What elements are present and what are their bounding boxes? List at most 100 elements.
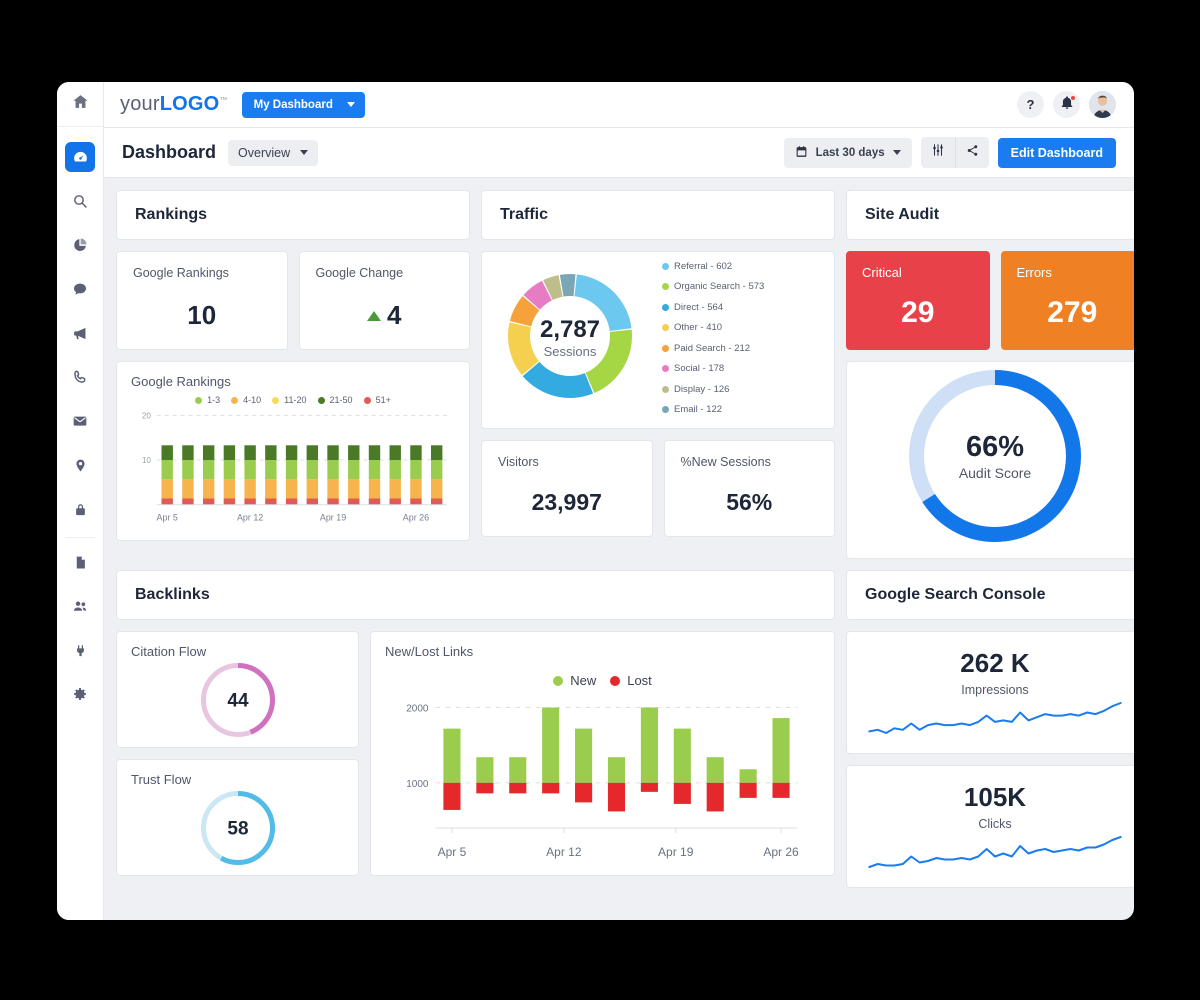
notifications-button[interactable]	[1053, 91, 1080, 118]
visitors-card[interactable]: Visitors 23,997	[481, 440, 653, 537]
traffic-donut-chart: 2,787Sessions	[508, 274, 632, 398]
legend-item[interactable]: 4-10	[231, 395, 261, 405]
sidebar-item-analytics[interactable]	[65, 230, 95, 260]
my-dashboard-dropdown[interactable]: My Dashboard	[241, 91, 365, 118]
traffic-donut-card[interactable]: 2,787 Sessions Referral - 602 Organic Sear…	[481, 251, 835, 429]
traffic-column: Traffic 2,787 Sessions Referral - 602 Orga…	[481, 190, 835, 559]
phone-icon	[72, 369, 88, 385]
google-change-card[interactable]: Google Change 4	[298, 251, 470, 350]
site-audit-tiles: Critical 29 Errors 279	[846, 251, 1134, 350]
legend-color-dot	[662, 303, 669, 311]
impressions-card[interactable]: 262 K Impressions	[846, 631, 1134, 754]
sidebar-item-users[interactable]	[65, 591, 95, 621]
sidebar-item-dashboard[interactable]	[65, 142, 95, 172]
traffic-legend: Referral - 602 Organic Search - 573 Direct…	[656, 261, 764, 415]
sidebar-item-integrations[interactable]	[65, 635, 95, 665]
legend-color-dot	[662, 324, 669, 332]
page-title: Dashboard	[122, 142, 217, 162]
sidebar	[57, 82, 104, 920]
sidebar-item-calls[interactable]	[65, 362, 95, 392]
trust-flow-gauge-wrap: 58	[131, 789, 344, 867]
trust-flow-gauge: 58	[200, 791, 275, 865]
legend-item[interactable]: Referral - 602	[662, 261, 764, 272]
help-button[interactable]: ?	[1017, 91, 1044, 118]
legend-label: Direct - 564	[674, 301, 724, 313]
clicks-card[interactable]: 105K Clicks	[846, 765, 1134, 888]
legend-item[interactable]: 11-20	[272, 395, 307, 405]
new-sessions-card[interactable]: %New Sessions 56%	[663, 440, 835, 537]
new-lost-links-card[interactable]: New/Lost Links New Lost 1000 2000 Apr 5 Apr …	[370, 631, 835, 876]
calendar-icon	[795, 145, 808, 161]
audit-score-gauge: 66% Audit Score	[909, 370, 1081, 542]
google-rankings-label: Google Rankings	[133, 266, 229, 280]
citation-flow-gauge: 44	[200, 663, 275, 737]
legend-item[interactable]: New	[553, 673, 596, 688]
legend-color-dot	[662, 262, 669, 270]
audit-score-wrap: 66% Audit Score	[847, 362, 1134, 558]
legend-item[interactable]: Email - 122	[662, 404, 764, 415]
backlinks-body: Citation Flow 44 Trust Flow 58 New/Lost …	[116, 631, 835, 876]
errors-tile[interactable]: Errors 279	[1000, 251, 1134, 350]
svg-text:Apr 26: Apr 26	[403, 513, 429, 523]
search-console-column: Google Search Console 262 K Impressions …	[846, 570, 1134, 888]
overview-dropdown[interactable]: Overview	[228, 139, 319, 166]
critical-tile[interactable]: Critical 29	[846, 251, 990, 350]
avatar[interactable]	[1089, 91, 1116, 118]
legend-color-dot	[272, 396, 280, 404]
chat-bubble-icon	[72, 281, 88, 297]
google-change-value: 4	[387, 300, 402, 330]
sidebar-item-search[interactable]	[65, 186, 95, 216]
section-title-rankings: Rankings	[116, 190, 470, 240]
share-button[interactable]	[954, 137, 989, 168]
sidebar-item-locations[interactable]	[65, 450, 95, 480]
audit-score-card[interactable]: 66% Audit Score	[846, 361, 1134, 559]
svg-text:66%: 66%	[966, 431, 1024, 463]
backlinks-column: Backlinks Citation Flow 44 Trust Flow 58…	[116, 570, 835, 888]
legend-item[interactable]: Lost	[610, 673, 652, 688]
header-icon-group	[920, 137, 989, 168]
citation-flow-card[interactable]: Citation Flow 44	[116, 631, 359, 748]
new-lost-links-legend: New Lost	[385, 673, 820, 688]
legend-label: 21-50	[329, 395, 353, 405]
legend-item[interactable]: Paid Search - 212	[662, 343, 764, 354]
legend-item[interactable]: 51+	[363, 395, 391, 405]
legend-item[interactable]: Organic Search - 573	[662, 281, 764, 292]
svg-text:Apr 5: Apr 5	[157, 513, 178, 523]
date-range-picker[interactable]: Last 30 days	[783, 137, 912, 168]
section-title-site-audit: Site Audit	[846, 190, 1134, 240]
google-rankings-chart-card[interactable]: Google Rankings 1-3 4-10 11-20 21-50 51+ 10 2…	[116, 361, 470, 541]
errors-label: Errors	[1016, 265, 1052, 280]
legend-item[interactable]: Social - 178	[662, 363, 764, 374]
legend-item[interactable]: 21-50	[317, 395, 353, 405]
sidebar-item-campaigns[interactable]	[65, 318, 95, 348]
home-icon	[72, 93, 89, 115]
svg-text:58: 58	[227, 819, 248, 840]
sidebar-item-email[interactable]	[65, 406, 95, 436]
sidebar-item-settings[interactable]	[65, 679, 95, 709]
trust-flow-card[interactable]: Trust Flow 58	[116, 759, 359, 876]
filter-button[interactable]	[921, 137, 955, 168]
legend-label: 51+	[375, 395, 391, 405]
sidebar-item-security[interactable]	[65, 494, 95, 524]
critical-value: 29	[901, 296, 935, 329]
traffic-donut-wrap: 2,787 Sessions Referral - 602 Organic Sear…	[482, 252, 834, 428]
flow-gauges: Citation Flow 44 Trust Flow 58	[116, 631, 359, 876]
legend-item[interactable]: Other - 410	[662, 322, 764, 333]
legend-color-dot	[662, 385, 669, 393]
legend-item[interactable]: Direct - 564	[662, 302, 764, 313]
legend-item[interactable]: Display - 126	[662, 384, 764, 395]
edit-dashboard-button[interactable]: Edit Dashboard	[997, 137, 1116, 168]
clicks-label: Clicks	[978, 817, 1012, 831]
sidebar-item-home[interactable]	[57, 82, 103, 127]
megaphone-icon	[72, 325, 89, 342]
legend-item[interactable]: 1-3	[195, 395, 220, 405]
svg-text:44: 44	[227, 691, 249, 712]
google-rankings-card[interactable]: Google Rankings 10	[116, 251, 288, 350]
section-title-traffic: Traffic	[481, 190, 835, 240]
app-window: yourLOGO™ My Dashboard ? Dashboard Overv…	[57, 82, 1134, 920]
sidebar-item-reports[interactable]	[65, 547, 95, 577]
logo[interactable]: yourLOGO™	[120, 93, 228, 116]
lock-icon	[73, 502, 88, 517]
sidebar-item-chat[interactable]	[65, 274, 95, 304]
main-area: yourLOGO™ My Dashboard ? Dashboard Overv…	[104, 82, 1134, 920]
